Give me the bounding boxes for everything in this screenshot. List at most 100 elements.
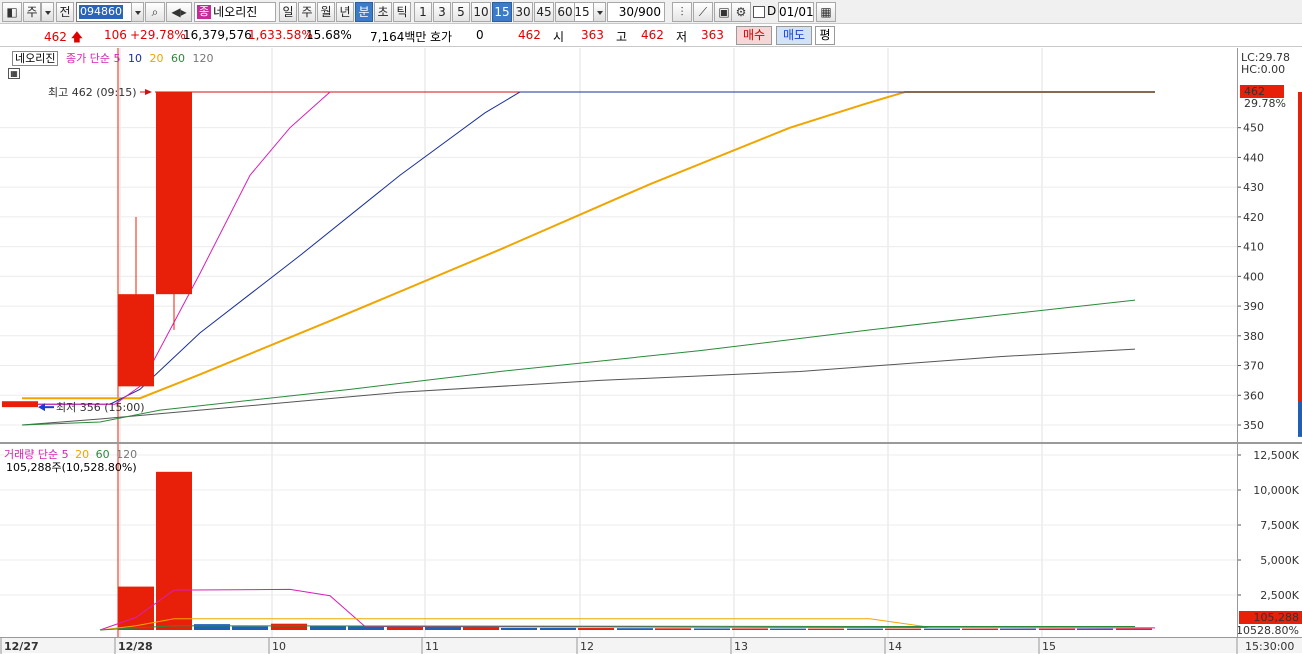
chart-toolbar: ◧ 주 전 094860 ⌕ ◀▸ 종 네오리진 15 30/900 ⫶ ⟋ ▣ …	[0, 0, 1302, 24]
hoga-price: 462	[518, 28, 541, 42]
minute-button-60[interactable]: 60	[555, 2, 575, 22]
period-tab-5[interactable]: 초	[374, 2, 392, 22]
legend-ma10: 10	[127, 52, 142, 65]
legend-ma20: 20	[149, 52, 164, 65]
volume-bar	[617, 628, 653, 630]
volume-bar	[1039, 628, 1075, 630]
search-icon[interactable]: ⌕	[145, 2, 165, 22]
volume-bar	[770, 628, 806, 630]
stock-code-input[interactable]: 094860	[76, 2, 132, 22]
minute-button-15[interactable]: 15	[492, 2, 512, 22]
period-primary-select[interactable]: 주	[23, 2, 41, 22]
low-value: 363	[701, 28, 724, 42]
legend-ma5: 5	[113, 52, 121, 65]
volume-bar	[1116, 628, 1152, 630]
period-tab-3[interactable]: 년	[336, 2, 354, 22]
low-label: 저	[676, 30, 688, 44]
current-volume-pct: 10528.80%	[1238, 624, 1299, 637]
current-price: 462 🡅	[44, 30, 84, 44]
minute-button-1[interactable]: 1	[414, 2, 432, 22]
minute-button-3[interactable]: 3	[433, 2, 451, 22]
price-axis: LC:29.78 HC:0.00 462 29.78% 450 440 430 420 410 4…	[1237, 48, 1302, 442]
volume-bar	[847, 628, 883, 630]
calendar-icon[interactable]: ▦	[816, 2, 836, 22]
date-field[interactable]: 01/01	[778, 2, 814, 22]
line-tool-icon[interactable]: ⟋	[693, 2, 713, 22]
volume-bar	[578, 628, 614, 630]
volume-axis-scale: 12,500K 10,000K 7,500K 5,000K 2,500K 105,2881…	[1238, 449, 1302, 637]
period-tab-1[interactable]: 주	[298, 2, 316, 22]
period-primary-dropdown[interactable]	[41, 2, 54, 22]
minute-button-30[interactable]: 30	[513, 2, 533, 22]
candle-count-field[interactable]: 30/900	[607, 2, 665, 22]
avg-button[interactable]: 평	[815, 26, 835, 45]
jeon-button[interactable]: 전	[56, 2, 74, 22]
volume-bar	[924, 628, 960, 630]
table-icon[interactable]: ▦	[8, 68, 20, 79]
legend-ma-label: 종가 단순	[65, 52, 110, 65]
menu-icon[interactable]: ◧	[2, 2, 22, 22]
date-tick-label: 12/28	[118, 640, 153, 653]
price-change-pct: +29.78%	[130, 28, 186, 42]
low-range-strip	[1298, 401, 1302, 437]
date-tick-label: 14	[888, 640, 902, 653]
open-value: 363	[581, 28, 604, 42]
minute-button-45[interactable]: 45	[534, 2, 554, 22]
volume-bar	[540, 627, 576, 630]
date-tick-label: 12	[580, 640, 594, 653]
hc-label: HC:0.00	[1241, 63, 1285, 76]
price-chart-panel[interactable]: 최고 462 (09:15) 최저 356 (15:00)	[0, 48, 1237, 442]
volume-bar	[232, 626, 268, 630]
date-checkbox[interactable]	[753, 6, 765, 18]
low-annotation: 최저 356 (15:00)	[56, 401, 145, 414]
period-tab-2[interactable]: 월	[317, 2, 335, 22]
volume-bar	[387, 626, 423, 630]
minute-button-10[interactable]: 10	[471, 2, 491, 22]
quote-bar: 462 🡅 106 +29.78% 16,379,576 1,633.58% 1…	[0, 25, 1302, 47]
ma120-line	[21, 348, 1136, 426]
price-tick-label: 350	[1243, 419, 1264, 432]
date-axis-scale: 12/27 12/28 10 11 12 13 14 15 15:30:00	[0, 638, 1294, 654]
volume-axis: 12,500K 10,000K 7,500K 5,000K 2,500K 105,288 1…	[1237, 444, 1302, 637]
volume-bar	[271, 623, 307, 630]
volume-bar	[694, 628, 730, 630]
sell-button[interactable]: 매도	[776, 26, 812, 45]
period-tab-6[interactable]: 틱	[393, 2, 411, 22]
period-tab-0[interactable]: 일	[279, 2, 297, 22]
price-legend: 네오리진 종가 단순 5 10 20 60 120	[12, 50, 213, 66]
price-tick-label: 420	[1243, 211, 1264, 224]
open-label: 시	[553, 30, 565, 44]
up-arrow-icon: 🡅	[70, 30, 84, 44]
volume-gap	[0, 628, 100, 630]
gear-icon[interactable]: ⚙	[731, 2, 751, 22]
high-annotation: 최고 462 (09:15)	[48, 86, 137, 99]
legend-ma60: 60	[170, 52, 185, 65]
volume-bar	[156, 471, 192, 630]
candle-body	[156, 92, 192, 295]
volume-chart-panel[interactable]	[0, 444, 1237, 637]
buy-button[interactable]: 매수	[736, 26, 772, 45]
vol-tick-label: 7,500K	[1260, 519, 1299, 532]
price-tick-label: 410	[1243, 241, 1264, 254]
stock-name-field[interactable]: 종 네오리진	[194, 2, 276, 22]
hoga-value: 0	[476, 28, 484, 42]
candle-type-icon[interactable]: ⫶	[672, 2, 692, 22]
high-value: 462	[641, 28, 664, 42]
price-tick-label: 370	[1243, 360, 1264, 373]
price-tick-label: 440	[1243, 151, 1264, 164]
stock-code-dropdown[interactable]	[131, 2, 144, 22]
stock-name-label: 네오리진	[213, 5, 258, 19]
speaker-icon[interactable]: ◀▸	[166, 2, 192, 22]
ma60-line	[21, 299, 1136, 426]
turnover-rate: 15.68%	[306, 28, 352, 42]
vol-tick-label: 5,000K	[1260, 554, 1299, 567]
minute-button-5[interactable]: 5	[452, 2, 470, 22]
price-tick-label: 390	[1243, 300, 1264, 313]
minute-select-dropdown[interactable]	[593, 2, 606, 22]
volume-pct: 1,633.58%	[248, 28, 313, 42]
stock-code-value: 094860	[79, 5, 123, 19]
stock-type-badge: 종	[197, 5, 212, 19]
period-tab-4[interactable]: 분	[355, 2, 373, 22]
vol-tick-label: 12,500K	[1253, 449, 1299, 462]
legend-stock-name: 네오리진	[12, 51, 59, 66]
